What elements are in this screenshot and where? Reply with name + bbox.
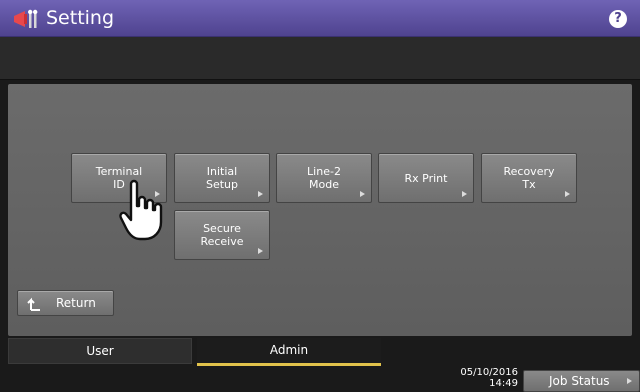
- job-status-label: Job Status: [549, 374, 610, 388]
- pointing-hand-icon: [119, 179, 163, 241]
- datetime: 05/10/2016 14:49: [448, 367, 518, 389]
- initial-setup-button[interactable]: Initial Setup: [174, 153, 270, 203]
- rx-print-button[interactable]: Rx Print: [378, 153, 474, 203]
- page-title: Setting: [46, 7, 115, 29]
- status-bar: 05/10/2016 14:49 Job Status: [0, 366, 640, 392]
- initial-setup-label: Initial Setup: [205, 165, 239, 191]
- line2-mode-label: Line-2 Mode: [307, 165, 341, 191]
- return-button[interactable]: Return: [17, 290, 114, 316]
- chevron-right-icon: [258, 191, 263, 197]
- time-text: 14:49: [489, 378, 518, 389]
- secure-receive-button[interactable]: Secure Receive: [174, 210, 270, 260]
- recovery-tx-button[interactable]: Recovery Tx: [481, 153, 577, 203]
- chevron-right-icon: [462, 191, 467, 197]
- chevron-right-icon: [360, 191, 365, 197]
- setting-tools-icon: [14, 9, 38, 28]
- message-strip: [0, 37, 640, 80]
- chevron-right-icon: [627, 378, 632, 384]
- rx-print-label: Rx Print: [404, 171, 448, 185]
- tab-admin[interactable]: Admin: [197, 338, 381, 367]
- job-status-button[interactable]: Job Status: [523, 370, 640, 392]
- date-text: 05/10/2016: [460, 367, 518, 378]
- chevron-right-icon: [565, 191, 570, 197]
- mode-tabs: User Admin: [0, 336, 640, 367]
- return-arrow-icon: [27, 297, 40, 311]
- return-label: Return: [56, 296, 96, 310]
- line2-mode-button[interactable]: Line-2 Mode: [276, 153, 372, 203]
- help-icon[interactable]: ?: [609, 10, 627, 28]
- title-bar: Setting ?: [0, 0, 640, 37]
- secure-receive-label: Secure Receive: [200, 222, 244, 248]
- chevron-right-icon: [258, 248, 263, 254]
- recovery-tx-label: Recovery Tx: [503, 165, 555, 191]
- tab-user[interactable]: User: [8, 338, 192, 364]
